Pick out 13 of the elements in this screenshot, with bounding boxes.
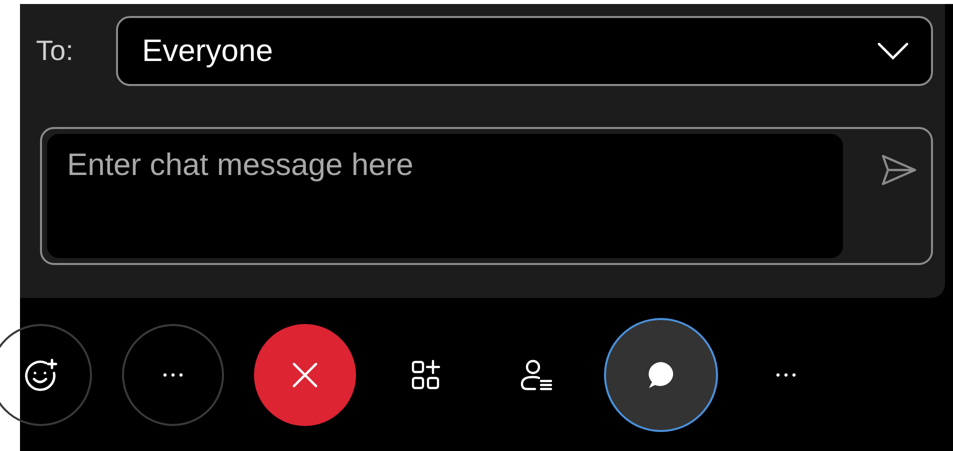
send-button[interactable]	[879, 152, 919, 188]
recipient-dropdown[interactable]: Everyone	[116, 16, 933, 86]
chevron-down-icon	[877, 42, 909, 60]
more-icon	[163, 372, 183, 376]
more-icon	[776, 372, 796, 376]
apps-add-icon	[411, 358, 441, 390]
send-icon	[881, 154, 917, 186]
smiley-add-icon	[24, 358, 58, 392]
chat-bubble-icon	[646, 360, 676, 390]
person-list-icon	[519, 358, 553, 392]
reaction-button[interactable]	[0, 324, 92, 426]
to-label: To:	[36, 34, 74, 68]
message-field[interactable]: Enter chat message here	[47, 134, 843, 258]
